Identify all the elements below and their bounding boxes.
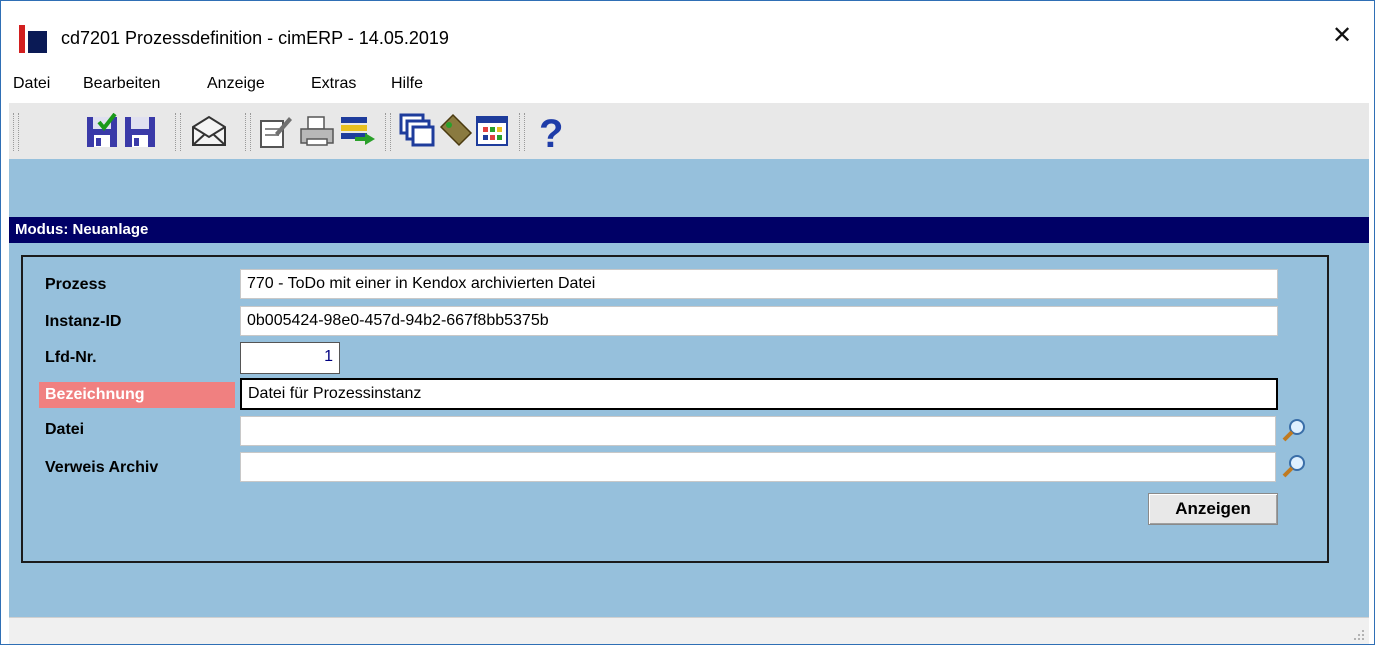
datei-field[interactable] [240, 416, 1276, 446]
printer-icon [300, 116, 334, 146]
windows-icon [399, 113, 435, 147]
instanz-id-field[interactable]: 0b005424-98e0-457d-94b2-667f8bb5375b [240, 306, 1278, 336]
menu-anzeige[interactable]: Anzeige [207, 75, 265, 93]
windows-button[interactable] [397, 109, 437, 153]
prozess-value: 770 - ToDo mit einer in Kendox archivier… [247, 275, 596, 292]
toolbar-separator-4 [519, 113, 525, 151]
menu-datei[interactable]: Datei [13, 75, 50, 93]
label-prozess: Prozess [45, 276, 107, 293]
verweis-search-icon[interactable] [1281, 453, 1307, 479]
prozess-field[interactable]: 770 - ToDo mit einer in Kendox archivier… [240, 269, 1278, 299]
toolbar-separator-2 [245, 113, 251, 151]
edit-notes-icon [260, 117, 292, 148]
save-check-button[interactable] [83, 109, 123, 153]
label-bezeichnung-text: Bezeichnung [45, 386, 145, 403]
list-arrow-button[interactable] [337, 109, 377, 153]
mail-icon [192, 115, 226, 146]
label-bezeichnung: Bezeichnung [39, 382, 235, 408]
label-lfd-nr: Lfd-Nr. [45, 349, 97, 366]
label-instanz-id: Instanz-ID [45, 313, 122, 330]
toolbar-separator [175, 113, 181, 151]
anzeigen-button[interactable]: Anzeigen [1148, 493, 1278, 525]
resize-grip-icon[interactable] [1353, 629, 1365, 641]
print-button[interactable] [297, 109, 337, 153]
app-window: cd7201 Prozessdefinition - cimERP - 14.0… [0, 0, 1375, 645]
svg-text:?: ? [539, 113, 563, 153]
tag-button[interactable] [435, 109, 475, 153]
list-arrow-icon [341, 117, 375, 145]
tag-icon [439, 113, 473, 147]
app-logo-icon [19, 25, 47, 53]
lfd-nr-field[interactable]: 1 [240, 342, 340, 374]
edit-notes-button[interactable] [255, 109, 295, 153]
instanz-id-value: 0b005424-98e0-457d-94b2-667f8bb5375b [247, 312, 549, 329]
mode-label: Modus: Neuanlage [15, 221, 149, 238]
menu-hilfe[interactable]: Hilfe [391, 75, 423, 93]
mode-header: Modus: Neuanlage [9, 217, 1369, 243]
mail-button[interactable] [189, 109, 229, 153]
menu-bar: Datei Bearbeiten Anzeige Extras Hilfe [1, 67, 1374, 101]
close-button[interactable]: ✕ [1322, 19, 1362, 53]
help-icon: ? [539, 113, 563, 153]
save-check-icon [87, 113, 117, 147]
label-datei: Datei [45, 421, 85, 438]
save-button[interactable] [121, 109, 161, 153]
verweis-archiv-field[interactable] [240, 452, 1276, 482]
save-icon [125, 117, 155, 147]
grid-icon [476, 116, 508, 146]
window-title: cd7201 Prozessdefinition - cimERP - 14.0… [61, 28, 449, 48]
menu-bearbeiten[interactable]: Bearbeiten [83, 75, 160, 93]
grid-button[interactable] [473, 109, 513, 153]
bezeichnung-field[interactable]: Datei für Prozessinstanz [240, 378, 1278, 410]
toolbar-separator-3 [385, 113, 391, 151]
bezeichnung-value: Datei für Prozessinstanz [248, 385, 422, 402]
status-bar [9, 617, 1369, 644]
datei-search-icon[interactable] [1281, 417, 1307, 443]
lfd-nr-value: 1 [324, 348, 333, 365]
label-verweis-archiv: Verweis Archiv [45, 459, 159, 476]
title-bar: cd7201 Prozessdefinition - cimERP - 14.0… [1, 1, 1374, 63]
menu-extras[interactable]: Extras [311, 75, 356, 93]
toolbar: ? [9, 102, 1369, 160]
help-button[interactable]: ? [531, 109, 571, 153]
toolbar-grip[interactable] [13, 113, 19, 151]
